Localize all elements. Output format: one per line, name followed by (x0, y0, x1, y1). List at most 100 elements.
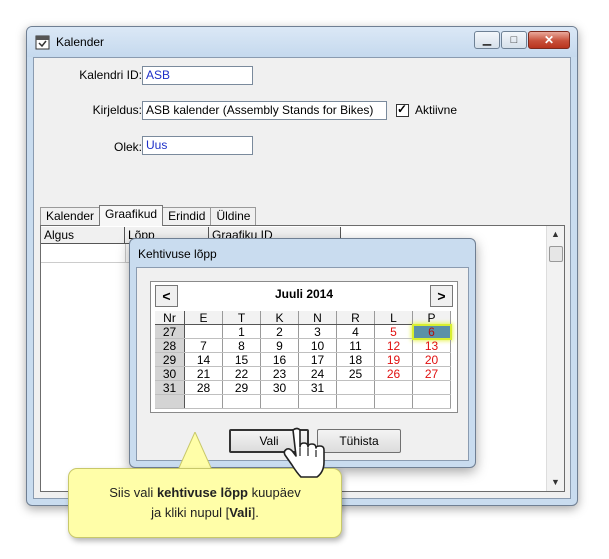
calendar-day[interactable]: 28 (184, 380, 223, 395)
calendar-day[interactable]: 23 (260, 366, 299, 381)
window-title: Kalender (56, 35, 105, 49)
calendar-day[interactable]: 7 (184, 338, 223, 353)
calendar-week-row: 27 1 2 3 4 5 6 (155, 323, 452, 340)
calendar-day[interactable]: 11 (336, 338, 375, 353)
calendar-day[interactable]: 8 (222, 338, 261, 353)
prev-month-button[interactable]: < (155, 285, 178, 307)
weekday-header: N (298, 311, 337, 325)
calendar-day[interactable]: 21 (184, 366, 223, 381)
calendar-header-row: Nr E T K N R L P (155, 311, 451, 325)
calendar-day[interactable]: 10 (298, 338, 337, 353)
calendar-grid: Nr E T K N R L P 27 1 2 3 4 5 6 28 7 8 9… (155, 311, 452, 409)
col-header-algus[interactable]: Algus (41, 227, 125, 244)
calendar-day[interactable]: 19 (374, 352, 413, 367)
callout-text: Siis vali kehtivuse lõpp kuupäev ja klik… (69, 483, 341, 523)
week-number: 30 (155, 366, 185, 381)
tab-uldine[interactable]: Üldine (210, 207, 257, 226)
weekday-header: E (184, 311, 223, 325)
week-number: 27 (155, 324, 185, 339)
calendar-day[interactable]: 14 (184, 352, 223, 367)
week-number-header: Nr (155, 311, 185, 325)
calendar-day[interactable] (184, 394, 223, 409)
close-icon: ✕ (543, 33, 555, 47)
calendar-week-row (155, 394, 451, 409)
maximize-button[interactable]: □ (501, 31, 527, 49)
vertical-scrollbar[interactable]: ▲ ▼ (546, 226, 564, 491)
week-number: 31 (155, 380, 185, 395)
calendar-week-row: 30 21 22 23 24 25 26 27 (155, 366, 451, 381)
grid-divider (125, 244, 126, 262)
kalendri-id-label: Kalendri ID: (79, 68, 142, 82)
calendar-day[interactable]: 29 (222, 380, 261, 395)
calendar-day[interactable]: 2 (260, 324, 299, 339)
calendar-day[interactable]: 27 (412, 366, 451, 381)
calendar-day[interactable]: 18 (336, 352, 375, 367)
weekday-header: T (222, 311, 261, 325)
calendar-day[interactable] (184, 324, 223, 339)
calendar-day[interactable]: 16 (260, 352, 299, 367)
kirjeldus-field[interactable]: ASB kalender (Assembly Stands for Bikes) (142, 101, 387, 120)
calendar-week-row: 28 7 8 9 10 11 12 13 (155, 338, 451, 353)
minimize-button[interactable]: ▁ (474, 31, 500, 49)
calendar-day[interactable]: 9 (260, 338, 299, 353)
calendar-day[interactable] (336, 380, 375, 395)
dialog-title: Kehtivuse lõpp (138, 247, 217, 261)
hand-cursor-icon (283, 427, 325, 478)
calendar-day[interactable] (222, 394, 261, 409)
calendar-day[interactable] (260, 394, 299, 409)
scroll-up-icon[interactable]: ▲ (547, 226, 564, 243)
olek-label: Olek: (113, 140, 142, 154)
tab-graafikud[interactable]: Graafikud (99, 205, 164, 226)
calendar-day-selected[interactable]: 6 (411, 323, 452, 340)
calendar-day[interactable]: 30 (260, 380, 299, 395)
tab-kalender[interactable]: Kalender (40, 207, 101, 226)
kalendri-id-field[interactable]: ASB (142, 66, 253, 85)
calendar-day[interactable]: 4 (336, 324, 375, 339)
weekday-header: R (336, 311, 375, 325)
calendar-day[interactable] (298, 394, 337, 409)
calendar-widget: < Juuli 2014 > Nr E T K N R L P 27 1 2 3… (150, 281, 458, 413)
calendar-day[interactable]: 22 (222, 366, 261, 381)
title-bar[interactable]: Kalender ▁ □ ✕ (27, 27, 577, 57)
maximize-icon: □ (510, 34, 518, 46)
calendar-app-icon (35, 35, 50, 50)
calendar-day[interactable] (412, 394, 451, 409)
calendar-day[interactable]: 5 (374, 324, 413, 339)
calendar-day[interactable]: 3 (298, 324, 337, 339)
calendar-day[interactable]: 26 (374, 366, 413, 381)
calendar-day[interactable]: 15 (222, 352, 261, 367)
olek-field[interactable]: Uus (142, 136, 253, 155)
week-number: 29 (155, 352, 185, 367)
calendar-day[interactable]: 25 (336, 366, 375, 381)
calendar-day[interactable]: 31 (298, 380, 337, 395)
callout-text-part: Siis vali (109, 485, 157, 500)
calendar-day[interactable]: 12 (374, 338, 413, 353)
calendar-day[interactable]: 1 (222, 324, 261, 339)
aktiivne-label: Aktiivne (415, 103, 458, 117)
calendar-day[interactable]: 17 (298, 352, 337, 367)
week-number: 28 (155, 338, 185, 353)
callout-bold-text: kehtivuse lõpp (156, 485, 248, 500)
weekday-header: K (260, 311, 299, 325)
scroll-thumb[interactable] (549, 246, 563, 262)
calendar-day[interactable] (336, 394, 375, 409)
callout-text-part: kuupäev (247, 485, 301, 500)
next-month-button[interactable]: > (430, 285, 453, 307)
kirjeldus-label: Kirjeldus: (92, 103, 142, 117)
calendar-day[interactable]: 13 (412, 338, 451, 353)
calendar-day[interactable]: 20 (412, 352, 451, 367)
calendar-day[interactable]: 24 (298, 366, 337, 381)
calendar-month-title: Juuli 2014 (274, 287, 334, 301)
calendar-day[interactable] (412, 380, 451, 395)
close-button[interactable]: ✕ (528, 31, 570, 49)
calendar-day[interactable] (374, 380, 413, 395)
calendar-day[interactable] (374, 394, 413, 409)
instruction-callout: Siis vali kehtivuse lõpp kuupäev ja klik… (68, 468, 342, 538)
scroll-down-icon[interactable]: ▼ (547, 474, 564, 491)
tab-erindid[interactable]: Erindid (162, 207, 212, 226)
aktiivne-checkbox[interactable] (396, 102, 409, 117)
week-number (155, 394, 185, 409)
callout-bold-text: Vali (229, 505, 252, 520)
callout-text-part: ]. (251, 505, 259, 520)
tuhista-button[interactable]: Tühista (317, 429, 401, 453)
